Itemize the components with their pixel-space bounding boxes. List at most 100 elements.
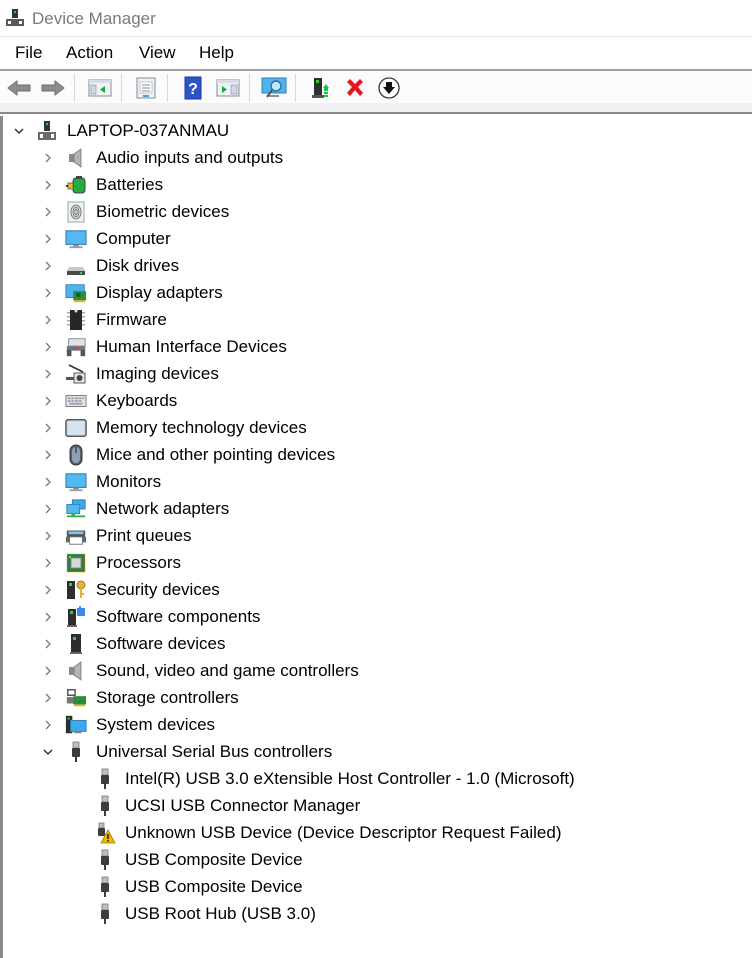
tree-category-node[interactable]: Print queues bbox=[3, 523, 752, 550]
action-pane-icon bbox=[216, 79, 240, 97]
chevron-right-icon[interactable] bbox=[42, 395, 54, 407]
network-icon bbox=[65, 498, 87, 520]
tree-category-node[interactable]: Audio inputs and outputs bbox=[3, 145, 752, 172]
device-list-item[interactable]: USB Composite Device bbox=[3, 847, 752, 874]
tree-category-node[interactable]: Human Interface Devices bbox=[3, 334, 752, 361]
tree-category-node[interactable]: Display adapters bbox=[3, 280, 752, 307]
chevron-right-icon[interactable] bbox=[42, 341, 54, 353]
chevron-right-icon[interactable] bbox=[42, 665, 54, 677]
tree-category-node[interactable]: Storage controllers bbox=[3, 685, 752, 712]
category-label: Print queues bbox=[96, 526, 192, 545]
tree-category-node[interactable]: Processors bbox=[3, 550, 752, 577]
device-list-item[interactable]: Unknown USB Device (Device Descriptor Re… bbox=[3, 820, 752, 847]
usb-plug-icon bbox=[94, 903, 116, 925]
menu-view[interactable]: View bbox=[139, 43, 176, 63]
device-list-item[interactable]: USB Composite Device bbox=[3, 874, 752, 901]
device-list-item[interactable]: USB Root Hub (USB 3.0) bbox=[3, 901, 752, 928]
chevron-right-icon[interactable] bbox=[42, 152, 54, 164]
title-bar: Device Manager bbox=[0, 0, 752, 36]
chevron-right-icon[interactable] bbox=[42, 233, 54, 245]
update-driver-button[interactable] bbox=[308, 76, 334, 100]
category-label: Processors bbox=[96, 553, 182, 572]
tree-category-node[interactable]: Universal Serial Bus controllers bbox=[3, 739, 752, 766]
chevron-right-icon[interactable] bbox=[42, 584, 54, 596]
device-list-item[interactable]: UCSI USB Connector Manager bbox=[3, 793, 752, 820]
monitor-icon bbox=[65, 471, 87, 493]
device-label: Unknown USB Device (Device Descriptor Re… bbox=[125, 823, 562, 842]
chevron-right-icon[interactable] bbox=[42, 422, 54, 434]
device-tree[interactable]: LAPTOP-037ANMAU Audio inputs and outputs… bbox=[0, 116, 752, 958]
chevron-down-icon[interactable] bbox=[42, 746, 54, 758]
usb-plug-icon bbox=[94, 795, 116, 817]
chevron-right-icon[interactable] bbox=[42, 638, 54, 650]
hid-icon bbox=[65, 336, 87, 358]
category-label: Firmware bbox=[96, 310, 167, 329]
tree-category-node[interactable]: Firmware bbox=[3, 307, 752, 334]
device-label: UCSI USB Connector Manager bbox=[125, 796, 361, 815]
chevron-right-icon[interactable] bbox=[42, 314, 54, 326]
svg-text:?: ? bbox=[188, 81, 198, 98]
tree-category-node[interactable]: Mice and other pointing devices bbox=[3, 442, 752, 469]
tree-category-node[interactable]: System devices bbox=[3, 712, 752, 739]
chevron-right-icon[interactable] bbox=[42, 206, 54, 218]
menu-help[interactable]: Help bbox=[199, 43, 234, 63]
keyboard-icon bbox=[65, 390, 87, 412]
chevron-right-icon[interactable] bbox=[42, 557, 54, 569]
uninstall-x-icon bbox=[347, 79, 363, 96]
forward-button[interactable] bbox=[40, 76, 66, 100]
show-hide-action-pane-button[interactable] bbox=[215, 76, 241, 100]
toolbar-separator bbox=[249, 74, 250, 102]
chevron-right-icon[interactable] bbox=[42, 611, 54, 623]
chevron-right-icon[interactable] bbox=[42, 476, 54, 488]
tree-category-node[interactable]: Biometric devices bbox=[3, 199, 752, 226]
chevron-right-icon[interactable] bbox=[42, 287, 54, 299]
storage-controller-icon bbox=[65, 687, 87, 709]
chevron-down-icon[interactable] bbox=[13, 125, 25, 137]
tree-category-node[interactable]: Software devices bbox=[3, 631, 752, 658]
disable-device-button[interactable] bbox=[376, 76, 402, 100]
chevron-right-icon[interactable] bbox=[42, 179, 54, 191]
scan-hardware-changes-button[interactable] bbox=[261, 76, 287, 100]
tree-category-node[interactable]: Sound, video and game controllers bbox=[3, 658, 752, 685]
speaker-icon bbox=[65, 147, 87, 169]
chevron-right-icon[interactable] bbox=[42, 449, 54, 461]
tree-category-node[interactable]: Network adapters bbox=[3, 496, 752, 523]
category-label: System devices bbox=[96, 715, 216, 734]
chevron-right-icon[interactable] bbox=[42, 692, 54, 704]
category-label: Display adapters bbox=[96, 283, 223, 302]
category-label: Computer bbox=[96, 229, 171, 248]
category-label: Universal Serial Bus controllers bbox=[96, 742, 333, 761]
tree-root-node[interactable]: LAPTOP-037ANMAU bbox=[3, 118, 752, 145]
chevron-right-icon[interactable] bbox=[42, 719, 54, 731]
tree-category-node[interactable]: Software components bbox=[3, 604, 752, 631]
category-label: Software devices bbox=[96, 634, 226, 653]
menu-action[interactable]: Action bbox=[66, 43, 113, 63]
uninstall-device-button[interactable] bbox=[342, 76, 368, 100]
tree-category-node[interactable]: Monitors bbox=[3, 469, 752, 496]
tree-category-node[interactable]: Security devices bbox=[3, 577, 752, 604]
help-button[interactable]: ? bbox=[180, 76, 206, 100]
properties-button[interactable] bbox=[133, 76, 159, 100]
chevron-right-icon[interactable] bbox=[42, 503, 54, 515]
tree-category-node[interactable]: Computer bbox=[3, 226, 752, 253]
down-arrow-circle-icon bbox=[378, 77, 400, 99]
tree-category-node[interactable]: Disk drives bbox=[3, 253, 752, 280]
show-hide-console-tree-button[interactable] bbox=[87, 76, 113, 100]
tree-category-node[interactable]: Imaging devices bbox=[3, 361, 752, 388]
device-label: Intel(R) USB 3.0 eXtensible Host Control… bbox=[125, 769, 575, 788]
tree-category-node[interactable]: Memory technology devices bbox=[3, 415, 752, 442]
tree-category-node[interactable]: Batteries bbox=[3, 172, 752, 199]
device-list-item[interactable]: Intel(R) USB 3.0 eXtensible Host Control… bbox=[3, 766, 752, 793]
console-tree-icon bbox=[88, 79, 112, 97]
battery-plug-icon bbox=[65, 174, 87, 196]
device-label: USB Composite Device bbox=[125, 877, 303, 896]
menu-file[interactable]: File bbox=[15, 43, 42, 63]
category-label: Monitors bbox=[96, 472, 162, 491]
chevron-right-icon[interactable] bbox=[42, 530, 54, 542]
back-button[interactable] bbox=[6, 76, 32, 100]
toolbar-separator bbox=[167, 74, 168, 102]
tree-category-node[interactable]: Keyboards bbox=[3, 388, 752, 415]
category-label: Batteries bbox=[96, 175, 164, 194]
chevron-right-icon[interactable] bbox=[42, 260, 54, 272]
chevron-right-icon[interactable] bbox=[42, 368, 54, 380]
